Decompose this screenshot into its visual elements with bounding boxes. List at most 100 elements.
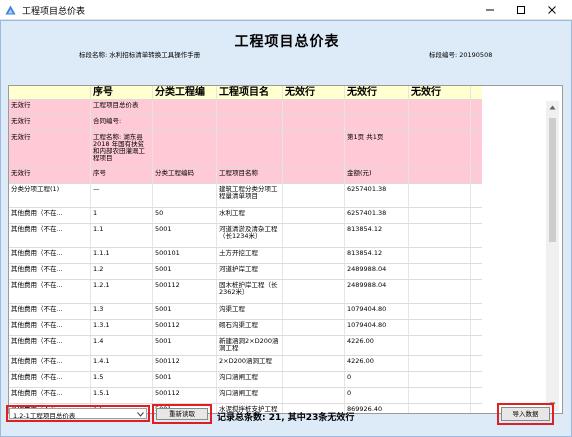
table-cell[interactable]: 分类工程编码 — [153, 168, 217, 183]
table-cell[interactable]: 其他费用（不在... — [9, 264, 91, 279]
table-cell[interactable] — [283, 388, 345, 403]
table-cell[interactable] — [283, 320, 345, 335]
table-cell[interactable]: 其他费用（不在... — [9, 356, 91, 371]
table-cell[interactable]: 金额(元) — [345, 168, 409, 183]
table-cell[interactable] — [217, 132, 283, 167]
table-cell[interactable]: 500112 — [153, 356, 217, 371]
table-cell[interactable]: 813854.12 — [345, 224, 409, 247]
table-cell[interactable]: 其他费用（不在... — [9, 320, 91, 335]
table-cell[interactable] — [409, 100, 471, 115]
table-cell[interactable]: 6257401.38 — [345, 184, 409, 207]
table-cell[interactable] — [283, 372, 345, 387]
table-cell[interactable]: 沟口涵闸工程 — [217, 388, 283, 403]
table-cell[interactable]: 500112 — [153, 280, 217, 303]
table-cell[interactable] — [153, 184, 217, 207]
table-cell[interactable]: 序号 — [91, 168, 153, 183]
table-cell[interactable]: 无效行 — [9, 100, 91, 115]
column-header[interactable] — [9, 86, 91, 99]
table-row[interactable]: 其他费用（不在... 1.1.1 500101 土方开挖工程 813854.12 — [9, 248, 482, 264]
table-cell[interactable]: 4226.00 — [345, 356, 409, 371]
table-row[interactable]: 其他费用（不在... 1.2.1 500112 固木桩护岸工程（长2362米） 2489… — [9, 280, 482, 304]
table-cell[interactable] — [153, 100, 217, 115]
import-data-button[interactable]: 导入数据 — [501, 407, 550, 421]
table-cell[interactable]: 1.2.1 — [91, 280, 153, 303]
table-cell[interactable]: — — [91, 184, 153, 207]
table-cell[interactable] — [409, 132, 471, 167]
table-row[interactable]: 其他费用（不在... 1.1 5001 河道清淤及清杂工程（长1234米） 813854… — [9, 224, 482, 248]
table-cell[interactable]: 其他费用（不在... — [9, 248, 91, 263]
table-cell[interactable]: 500112 — [153, 388, 217, 403]
table-cell[interactable] — [283, 304, 345, 319]
table-cell[interactable] — [283, 280, 345, 303]
table-cell[interactable]: 河道清淤及清杂工程（长1234米） — [217, 224, 283, 247]
table-header-row[interactable]: 序号 分类工程编 工程项目名 无效行 无效行 无效行 — [9, 86, 482, 100]
table-cell[interactable] — [409, 388, 471, 403]
table-row[interactable]: 其他费用（不在... 1 50 水利工程 6257401.38 — [9, 208, 482, 224]
table-cell[interactable]: 869926.40 — [345, 404, 409, 413]
table-cell[interactable]: 其他费用（不在... — [9, 280, 91, 303]
table-cell[interactable]: 其他费用（不在... — [9, 208, 91, 223]
table-cell[interactable]: 无效行 — [9, 132, 91, 167]
table-cell[interactable] — [409, 336, 471, 355]
table-cell[interactable] — [283, 208, 345, 223]
table-cell[interactable]: 砌石沟渠工程 — [217, 320, 283, 335]
table-cell[interactable]: 工程项目名称 — [217, 168, 283, 183]
table-row[interactable]: 分类分项工程(1) — 建筑工程分类分项工程量清单项目 6257401.38 — [9, 184, 482, 208]
table-row[interactable]: 其他费用（不在... 1.5 5001 沟口涵闸工程 0 — [9, 372, 482, 388]
table-cell[interactable] — [409, 356, 471, 371]
table-cell[interactable]: 建筑工程分类分项工程量清单项目 — [217, 184, 283, 207]
table-cell[interactable]: 500112 — [153, 320, 217, 335]
table-cell[interactable] — [409, 280, 471, 303]
table-cell[interactable]: 沟口涵闸工程 — [217, 372, 283, 387]
table-cell[interactable]: 4226.00 — [345, 336, 409, 355]
table-cell[interactable]: 合同编号: — [91, 116, 153, 131]
table-cell[interactable] — [409, 184, 471, 207]
scroll-up-button[interactable] — [546, 101, 559, 114]
table-cell[interactable]: 第1页 共1页 — [345, 132, 409, 167]
table-row[interactable]: 无效行 工程项目总价表 — [9, 100, 482, 116]
vertical-scrollbar[interactable] — [546, 101, 559, 411]
table-cell[interactable] — [345, 116, 409, 131]
table-cell[interactable]: 6257401.38 — [345, 208, 409, 223]
table-cell[interactable]: 无效行 — [9, 168, 91, 183]
table-cell[interactable]: 1.3 — [91, 304, 153, 319]
table-cell[interactable]: 1.5 — [91, 372, 153, 387]
table-cell[interactable]: 1079404.80 — [345, 304, 409, 319]
table-cell[interactable] — [217, 116, 283, 131]
table-cell[interactable]: 其他费用（不在... — [9, 224, 91, 247]
minimize-button[interactable] — [475, 0, 505, 20]
maximize-button[interactable] — [506, 0, 536, 20]
column-header[interactable]: 工程项目名 — [217, 86, 283, 99]
column-header[interactable]: 无效行 — [345, 86, 409, 99]
sheet-select[interactable]: 1.2-1工程项目总价表 — [9, 408, 147, 420]
table-cell[interactable]: 分类分项工程(1) — [9, 184, 91, 207]
table-cell[interactable]: 2489988.04 — [345, 280, 409, 303]
column-header[interactable]: 序号 — [91, 86, 153, 99]
table-row[interactable]: 无效行 工程名称: 湖东县 2018 年国有扶贫和内部农田灌溉工程项目 第1页 共1… — [9, 132, 482, 168]
table-cell[interactable] — [409, 224, 471, 247]
table-cell[interactable] — [283, 132, 345, 167]
table-cell[interactable] — [409, 208, 471, 223]
table-cell[interactable]: 5001 — [153, 336, 217, 355]
table-cell[interactable] — [283, 356, 345, 371]
close-button[interactable] — [537, 0, 567, 20]
table-cell[interactable]: 2×D200涵洞工程 — [217, 356, 283, 371]
table-cell[interactable] — [345, 100, 409, 115]
table-cell[interactable]: 0 — [345, 388, 409, 403]
table-cell[interactable]: 1079404.80 — [345, 320, 409, 335]
table-cell[interactable] — [409, 320, 471, 335]
table-row[interactable]: 其他费用（不在... 1.2 5001 河道护岸工程 2489988.04 — [9, 264, 482, 280]
table-cell[interactable] — [283, 248, 345, 263]
table-cell[interactable]: 其他费用（不在... — [9, 372, 91, 387]
table-cell[interactable]: 新建涵洞2×D200涵洞工程 — [217, 336, 283, 355]
table-cell[interactable] — [409, 372, 471, 387]
table-cell[interactable]: 其他费用（不在... — [9, 304, 91, 319]
table-cell[interactable] — [283, 100, 345, 115]
table-cell[interactable]: 固木桩护岸工程（长2362米） — [217, 280, 283, 303]
table-cell[interactable] — [283, 336, 345, 355]
column-header[interactable]: 无效行 — [409, 86, 471, 99]
table-cell[interactable] — [283, 224, 345, 247]
table-cell[interactable]: 1.5.1 — [91, 388, 153, 403]
table-cell[interactable]: 其他费用（不在... — [9, 388, 91, 403]
table-cell[interactable]: 50 — [153, 208, 217, 223]
